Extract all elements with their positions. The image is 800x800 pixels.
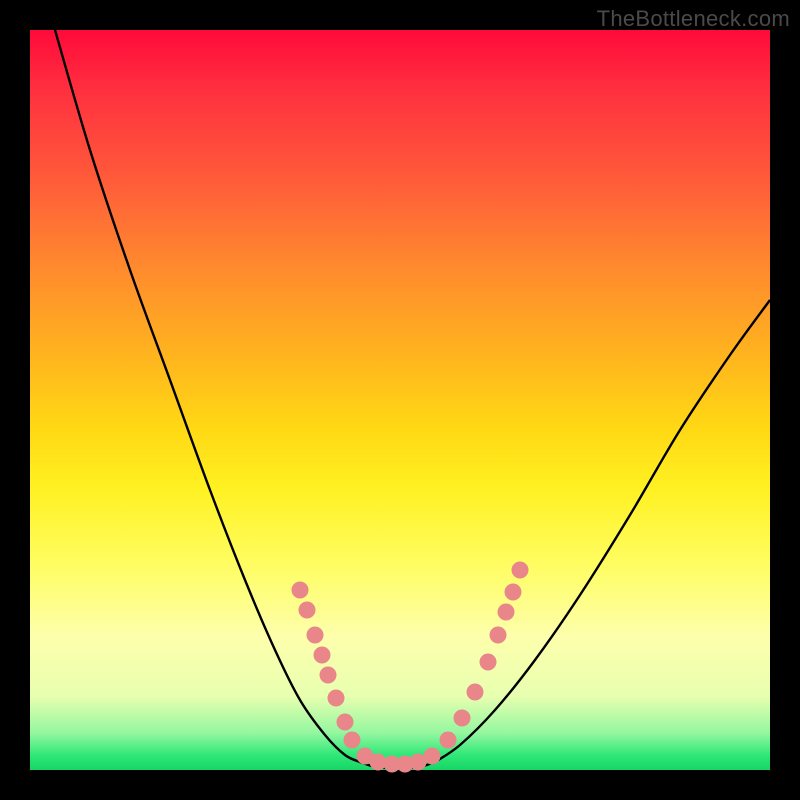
trough-marker xyxy=(498,604,515,621)
trough-marker xyxy=(292,582,309,599)
trough-markers xyxy=(292,562,529,773)
bottleneck-curve xyxy=(55,30,770,768)
trough-marker xyxy=(344,732,361,749)
plot-area xyxy=(30,30,770,770)
trough-marker xyxy=(480,654,497,671)
curve-layer xyxy=(30,30,770,770)
trough-marker xyxy=(337,714,354,731)
trough-marker xyxy=(512,562,529,579)
watermark-text: TheBottleneck.com xyxy=(597,6,790,32)
trough-marker xyxy=(440,732,457,749)
trough-marker xyxy=(307,627,324,644)
trough-marker xyxy=(490,627,507,644)
chart-stage: TheBottleneck.com xyxy=(0,0,800,800)
trough-marker xyxy=(320,667,337,684)
trough-marker xyxy=(467,684,484,701)
trough-marker xyxy=(314,647,331,664)
curve-path-group xyxy=(55,30,770,768)
trough-marker xyxy=(505,584,522,601)
trough-marker xyxy=(299,602,316,619)
trough-marker xyxy=(424,748,441,765)
trough-marker xyxy=(328,690,345,707)
trough-marker xyxy=(454,710,471,727)
